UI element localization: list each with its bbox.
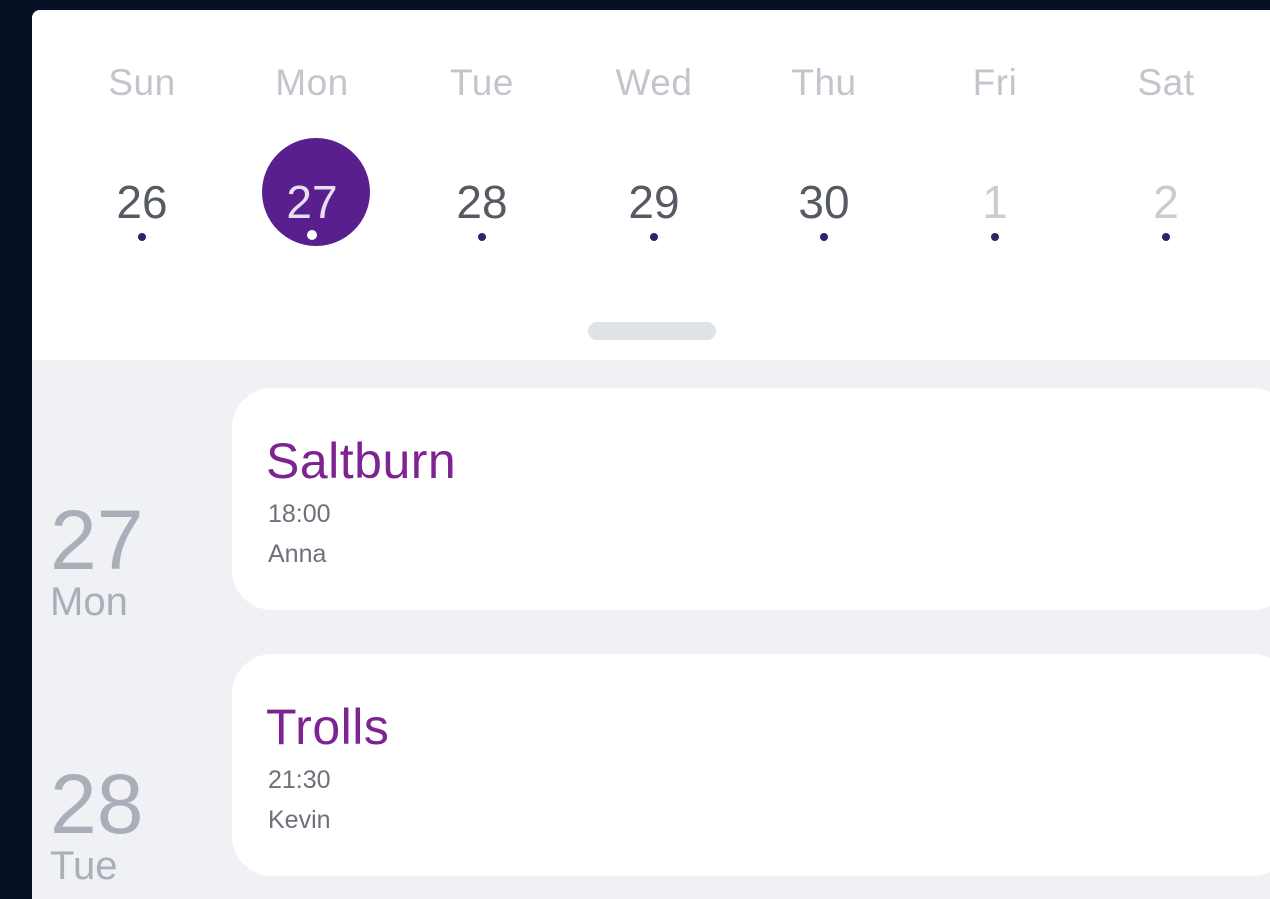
agenda-weekday: Tue	[50, 844, 118, 888]
weekday-label: Sun	[108, 62, 176, 103]
weekday-label: Wed	[615, 62, 693, 103]
week-day-thu[interactable]: Thu 30	[754, 10, 894, 270]
weekday-label: Mon	[275, 62, 349, 103]
event-dot-icon	[820, 233, 828, 241]
event-person: Kevin	[268, 806, 331, 834]
event-card[interactable]: Saltburn 18:00 Anna	[232, 388, 1270, 610]
weekday-label: Fri	[972, 62, 1018, 103]
date-number: 26	[116, 176, 168, 228]
week-day-fri[interactable]: Fri 1	[925, 10, 1065, 270]
week-strip: Sun 26 Mon 27 Tue 28 Wed 29 Thu 30 Fri 1…	[32, 10, 1270, 360]
event-time: 18:00	[268, 500, 331, 528]
event-dot-icon	[478, 233, 486, 241]
event-person: Anna	[268, 540, 327, 568]
event-dot-icon	[650, 233, 658, 241]
calendar-screen: Sun 26 Mon 27 Tue 28 Wed 29 Thu 30 Fri 1…	[32, 10, 1270, 899]
event-title: Trolls	[266, 699, 390, 755]
event-dot-icon	[991, 233, 999, 241]
week-day-sun[interactable]: Sun 26	[72, 10, 212, 270]
weekday-label: Tue	[450, 62, 514, 103]
week-day-wed[interactable]: Wed 29	[584, 10, 724, 270]
weekday-label: Sat	[1137, 62, 1195, 103]
agenda-list: 27 Mon Saltburn 18:00 Anna 28 Tue Trolls…	[32, 360, 1270, 899]
week-day-sat[interactable]: Sat 2	[1096, 10, 1236, 270]
event-dot-icon	[307, 230, 317, 240]
date-number: 27	[286, 176, 338, 228]
date-number: 1	[982, 176, 1008, 228]
week-day-mon[interactable]: Mon 27	[242, 10, 382, 270]
date-number: 28	[456, 176, 508, 228]
event-dot-icon	[138, 233, 146, 241]
drag-handle-icon[interactable]	[588, 322, 716, 340]
agenda-date: 28	[50, 757, 144, 851]
agenda-weekday: Mon	[50, 580, 128, 624]
event-card[interactable]: Trolls 21:30 Kevin	[232, 654, 1270, 876]
date-number: 2	[1153, 176, 1179, 228]
agenda-day-label: 27 Mon	[50, 498, 170, 622]
event-time: 21:30	[268, 766, 331, 794]
agenda-date: 27	[50, 493, 144, 587]
event-dot-icon	[1162, 233, 1170, 241]
agenda-day-label: 28 Tue	[50, 762, 170, 886]
date-number: 29	[628, 176, 680, 228]
date-number: 30	[798, 176, 850, 228]
weekday-label: Thu	[791, 62, 857, 103]
week-day-tue[interactable]: Tue 28	[412, 10, 552, 270]
event-title: Saltburn	[266, 433, 457, 489]
